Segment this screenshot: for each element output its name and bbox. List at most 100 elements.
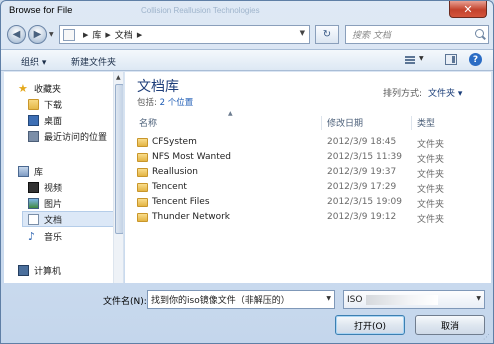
arrange-dropdown[interactable]: 文件夹 ▾ <box>428 89 462 99</box>
help-icon: ? <box>472 54 479 65</box>
nav-item-label: 下载 <box>44 100 63 111</box>
open-button[interactable]: 打开(O) <box>335 315 405 335</box>
chevron-down-icon: ▼ <box>476 295 481 302</box>
scrollbar-thumb[interactable] <box>115 84 123 234</box>
search-input[interactable]: 搜索 文档 <box>345 25 489 44</box>
scroll-up-icon[interactable]: ▲ <box>116 74 121 81</box>
blurred-region <box>366 295 438 305</box>
nav-item-videos[interactable]: 视频 <box>28 179 123 195</box>
file-row[interactable]: Tencent 2012/3/9 17:29 文件夹 <box>135 181 485 196</box>
address-bar[interactable]: ▶ 库 ▶ 文档 ▶ ▼ <box>59 25 310 44</box>
file-name: CFSystem <box>152 137 197 147</box>
music-icon: ♪ <box>28 229 36 243</box>
breadcrumb-library[interactable]: 库 <box>92 28 101 41</box>
resize-grip-icon[interactable]: ⋰ <box>483 333 490 341</box>
file-date: 2012/3/9 18:45 <box>327 137 397 147</box>
file-type: 文件夹 <box>417 200 445 210</box>
column-header-type[interactable]: 类型 <box>417 116 435 129</box>
view-options-button[interactable]: ▼ <box>405 54 427 67</box>
arrange-label: 排列方式: <box>383 89 423 99</box>
folder-icon <box>137 183 148 192</box>
nav-scrollbar[interactable]: ▲ <box>113 72 123 283</box>
breadcrumb-documents[interactable]: 文档 <box>115 28 133 41</box>
nav-item-label: 文档 <box>44 215 63 226</box>
library-includes: 包括: 2 个位置 <box>137 96 193 108</box>
background-title: Collision Reallusion Technologies <box>141 6 260 15</box>
breadcrumb-separator-icon[interactable]: ▶ <box>83 31 88 39</box>
breadcrumb-separator-icon[interactable]: ▶ <box>105 31 110 39</box>
nav-favorites[interactable]: ★ 收藏夹 <box>18 80 122 96</box>
file-row[interactable]: NFS Most Wanted 2012/3/15 11:39 文件夹 <box>135 151 485 166</box>
back-button[interactable]: ◀ <box>7 25 26 44</box>
file-row[interactable]: Reallusion 2012/3/9 19:37 文件夹 <box>135 166 485 181</box>
forward-button[interactable]: ▶ <box>28 25 47 44</box>
computer-icon <box>18 264 29 276</box>
column-divider[interactable] <box>411 116 412 130</box>
file-name: Tencent <box>152 182 187 192</box>
file-date: 2012/3/15 11:39 <box>327 152 402 162</box>
library-title: 文档库 <box>137 79 179 95</box>
close-icon: ✕ <box>463 2 473 16</box>
locations-link[interactable]: 2 个位置 <box>160 98 194 108</box>
file-pane: 文档库 包括: 2 个位置 排列方式: 文件夹 ▾ ▲ 名称 修改日期 类型 CF… <box>125 72 491 283</box>
back-arrow-icon: ◀ <box>12 29 21 40</box>
chevron-down-icon: ▼ <box>419 55 424 62</box>
file-type-select[interactable]: ISO ▼ <box>343 290 485 309</box>
cancel-button[interactable]: 取消 <box>415 315 485 335</box>
nav-computer[interactable]: 计算机 <box>18 262 122 278</box>
filename-value: 找到你的iso镜像文件（非解压的） <box>151 296 290 306</box>
file-name: Tencent Files <box>152 197 210 207</box>
file-date: 2012/3/9 17:29 <box>327 182 397 192</box>
file-type: 文件夹 <box>417 185 445 195</box>
close-button[interactable]: ✕ <box>449 1 487 18</box>
nav-computer-label: 计算机 <box>34 266 62 277</box>
star-icon: ★ <box>18 81 28 95</box>
file-row[interactable]: Tencent Files 2012/3/15 19:09 文件夹 <box>135 196 485 211</box>
folder-icon <box>137 198 148 207</box>
chevron-down-icon[interactable]: ▼ <box>326 295 331 302</box>
folder-icon <box>137 213 148 222</box>
nav-favorites-label: 收藏夹 <box>34 84 62 95</box>
file-row[interactable]: Thunder Network 2012/3/9 19:12 文件夹 <box>135 211 485 226</box>
nav-item-desktop[interactable]: 桌面 <box>28 112 123 128</box>
column-divider[interactable] <box>321 116 322 130</box>
toolbar: 组织 ▾ 新建文件夹 ▼ ? <box>1 49 493 71</box>
nav-item-documents[interactable]: 文档 <box>22 211 114 227</box>
help-button[interactable]: ? <box>469 53 482 66</box>
search-icon <box>475 29 484 38</box>
nav-item-label: 音乐 <box>44 232 63 243</box>
nav-item-recent[interactable]: 最近访问的位置 <box>28 128 123 144</box>
folder-icon <box>137 168 148 177</box>
file-dialog: Browse for File Collision Reallusion Tec… <box>0 0 494 344</box>
nav-item-pictures[interactable]: 图片 <box>28 195 123 211</box>
includes-label: 包括: <box>137 98 157 108</box>
nav-item-music[interactable]: ♪ 音乐 <box>28 228 123 244</box>
refresh-button[interactable]: ↻ <box>315 25 339 44</box>
filename-input[interactable]: 找到你的iso镜像文件（非解压的） ▼ <box>147 290 335 309</box>
preview-pane-button[interactable] <box>445 54 457 65</box>
nav-libraries[interactable]: 库 <box>18 163 122 179</box>
folder-icon <box>137 153 148 162</box>
breadcrumb-separator-icon[interactable]: ▶ <box>137 31 142 39</box>
column-header-modified[interactable]: 修改日期 <box>327 116 363 129</box>
new-folder-button[interactable]: 新建文件夹 <box>71 55 116 68</box>
column-header-name[interactable]: 名称 <box>139 116 157 129</box>
address-dropdown[interactable]: ▼ <box>300 29 305 37</box>
recent-pages-dropdown[interactable]: ▼ <box>49 31 54 38</box>
file-row[interactable]: CFSystem 2012/3/9 18:45 文件夹 <box>135 136 485 151</box>
refresh-icon: ↻ <box>322 29 332 40</box>
title-bar: Browse for File Collision Reallusion Tec… <box>1 1 493 21</box>
file-name: Reallusion <box>152 167 199 177</box>
nav-item-downloads[interactable]: 下载 <box>28 96 123 112</box>
file-type: 文件夹 <box>417 155 445 165</box>
picture-icon <box>28 197 39 209</box>
sort-up-icon: ▲ <box>228 110 233 117</box>
nav-item-label: 最近访问的位置 <box>44 132 108 143</box>
navigation-pane: ★ 收藏夹 下载 桌面 最近访问的位置 库 视频 图片 文档 ♪ 音乐 计算机 … <box>4 72 124 283</box>
organize-menu[interactable]: 组织 ▾ <box>21 55 46 68</box>
file-type-value: ISO <box>347 294 363 305</box>
forward-arrow-icon: ▶ <box>33 29 42 40</box>
nav-item-label: 图片 <box>44 199 63 210</box>
file-type: 文件夹 <box>417 140 445 150</box>
nav-item-label: 视频 <box>44 183 63 194</box>
